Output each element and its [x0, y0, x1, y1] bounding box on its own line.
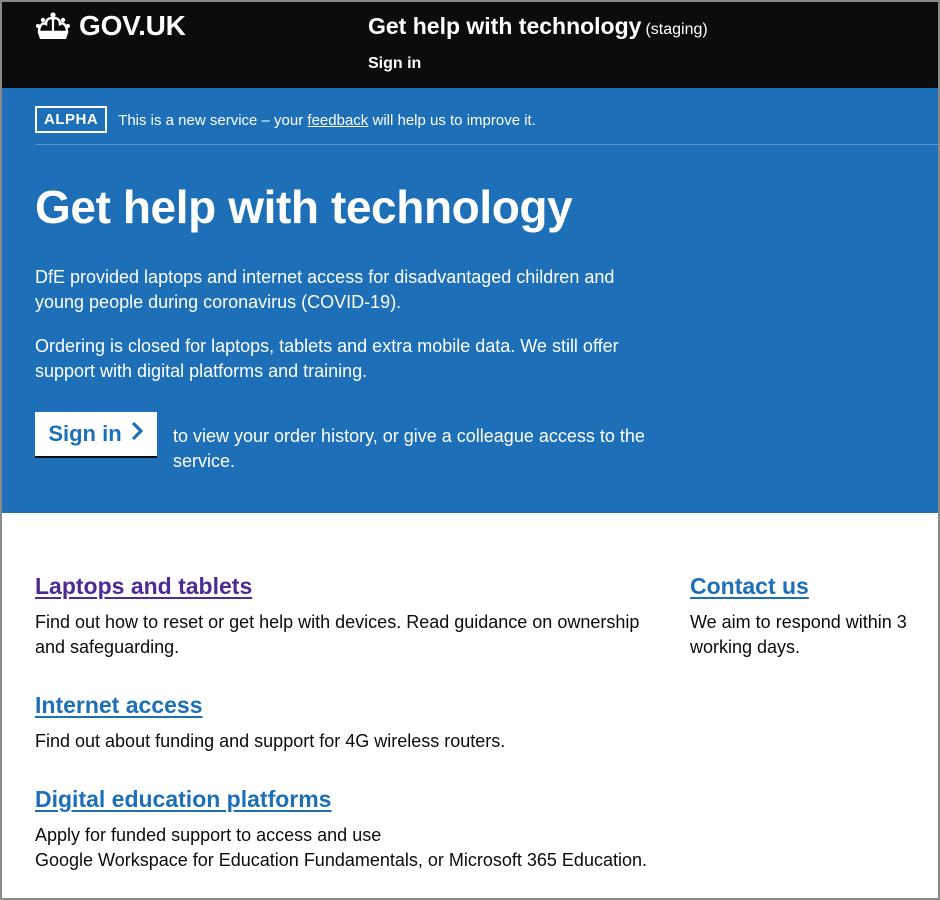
section-internet: Internet access Find out about funding a…: [35, 692, 665, 754]
section-laptops: Laptops and tablets Find out how to rese…: [35, 573, 665, 660]
sign-in-button-label: Sign in: [48, 421, 122, 446]
section-digital-platforms: Digital education platforms Apply for fu…: [35, 786, 675, 873]
feedback-link[interactable]: feedback: [307, 112, 368, 129]
phase-banner: ALPHA This is a new service – your feedb…: [35, 106, 938, 145]
phase-tag: ALPHA: [35, 106, 108, 133]
sign-in-description: to view your order history, or give a co…: [173, 426, 645, 471]
phase-text-before: This is a new service – your: [118, 112, 304, 129]
laptops-description: Find out how to reset or get help with d…: [35, 612, 640, 657]
environment-tag: (staging): [645, 21, 708, 38]
phase-text-after: will help us to improve it.: [372, 112, 536, 129]
section-contact: Contact us We aim to respond within 3 wo…: [690, 573, 920, 660]
crown-icon: [35, 11, 71, 41]
service-name-link[interactable]: Get help with technology: [368, 13, 641, 39]
phase-banner-text: This is a new service – your feedback wi…: [118, 112, 536, 129]
digital-education-platforms-link[interactable]: Digital education platforms: [35, 786, 675, 813]
internet-description: Find out about funding and support for 4…: [35, 731, 506, 751]
site-header: GOV.UK Get help with technology (staging)…: [2, 2, 938, 88]
main-content: Laptops and tablets Find out how to rese…: [2, 513, 938, 898]
page-title: Get help with technology: [35, 181, 573, 233]
digital-platforms-line-1: Apply for funded support to access and u…: [35, 825, 382, 845]
laptops-and-tablets-link[interactable]: Laptops and tablets: [35, 573, 665, 600]
digital-platforms-description: Apply for funded support to access and u…: [35, 823, 675, 873]
contact-us-link[interactable]: Contact us: [690, 573, 920, 600]
hero-banner: ALPHA This is a new service – your feedb…: [2, 88, 938, 513]
contact-description: We aim to respond within 3 working days.: [690, 612, 907, 657]
digital-platforms-line-2: Google Workspace for Education Fundament…: [35, 850, 647, 870]
govuk-logo-link[interactable]: GOV.UK: [35, 10, 186, 42]
internet-access-link[interactable]: Internet access: [35, 692, 665, 719]
sign-in-button[interactable]: Sign in: [35, 412, 157, 456]
hero-paragraph-1: DfE provided laptops and internet access…: [35, 267, 615, 312]
service-name: Get help with technology (staging): [368, 13, 708, 40]
chevron-right-icon: [130, 421, 144, 447]
header-sign-in-link[interactable]: Sign in: [368, 55, 421, 73]
page: GOV.UK Get help with technology (staging)…: [0, 0, 940, 900]
logo-text: GOV.UK: [79, 10, 186, 41]
hero-paragraph-2: Ordering is closed for laptops, tablets …: [35, 336, 619, 381]
